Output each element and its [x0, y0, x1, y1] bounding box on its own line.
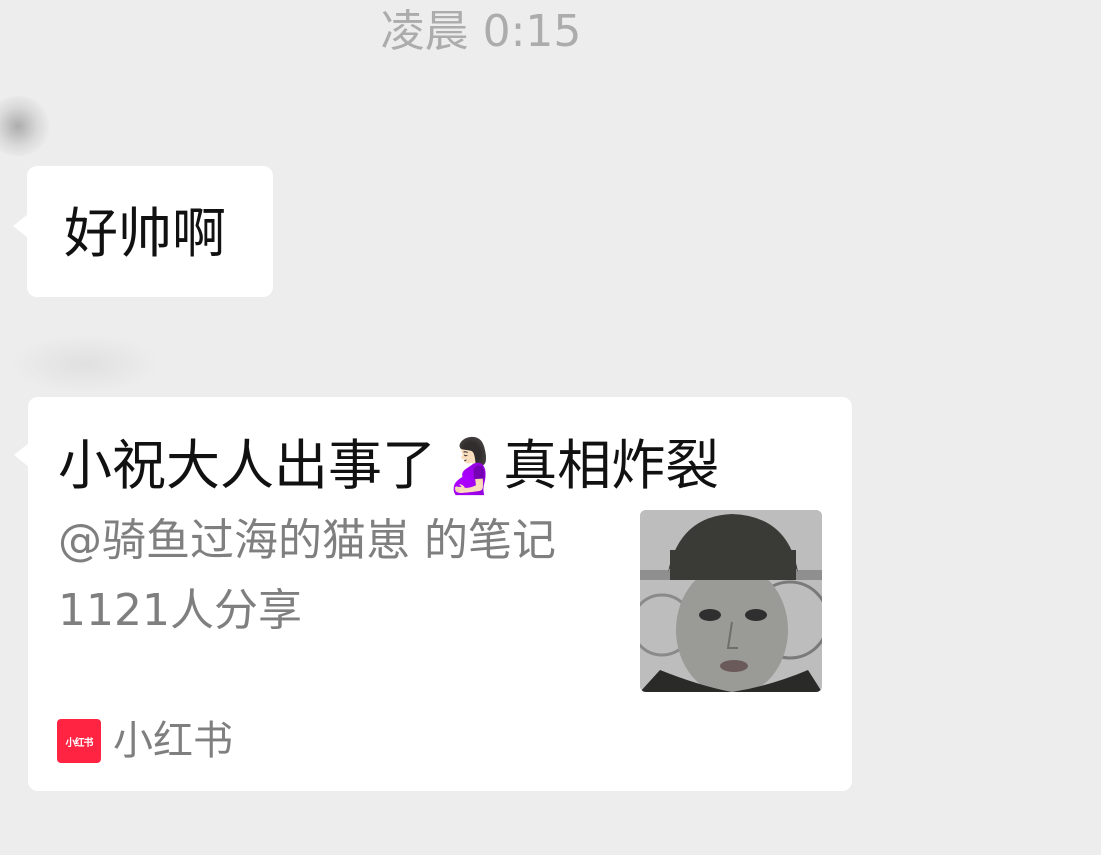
message-text: 好帅啊: [64, 202, 226, 265]
card-source: 小红书 小红书: [57, 719, 233, 763]
card-share-count: 1121人分享: [58, 585, 302, 636]
message-bubble[interactable]: 好帅啊: [13, 166, 273, 297]
timestamp: 凌晨 0:15: [380, 6, 582, 57]
shared-note-card[interactable]: 小祝大人出事了🤰🏻真相炸裂 @骑鱼过海的猫崽 的笔记 1121人分享 小红书 小…: [14, 397, 852, 791]
card-title: 小祝大人出事了🤰🏻真相炸裂: [58, 434, 720, 497]
sender-avatar[interactable]: [0, 96, 50, 156]
xiaohongshu-logo-icon: 小红书: [57, 719, 101, 763]
portrait-thumbnail-image: [640, 510, 822, 692]
card-thumbnail: [640, 510, 822, 692]
card-source-name: 小红书: [113, 718, 233, 764]
card-author: @骑鱼过海的猫崽 的笔记: [58, 515, 556, 566]
sender-name-blurred: [10, 334, 160, 394]
